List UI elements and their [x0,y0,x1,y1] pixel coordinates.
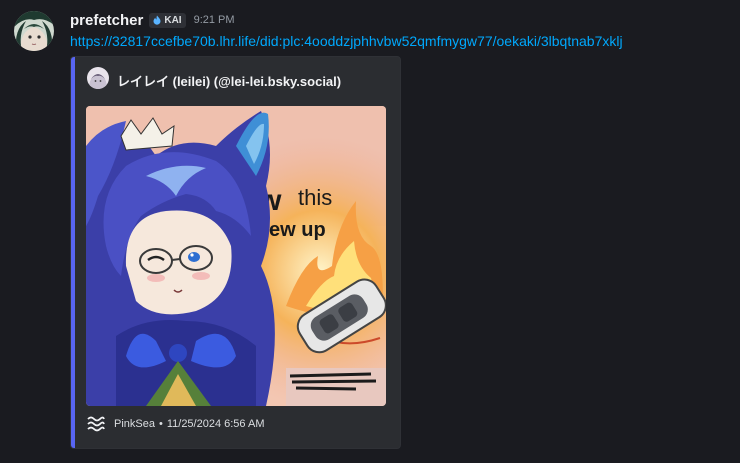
message-header: prefetcher KAI 9:21 PM [70,10,235,30]
user-avatar[interactable] [14,11,54,51]
server-tag-label: KAI [164,14,182,26]
server-tag[interactable]: KAI [149,12,186,28]
embed-author-avatar[interactable] [87,67,109,89]
embed-footer-provider: PinkSea [114,418,155,430]
message-timestamp[interactable]: 9:21 PM [194,14,235,26]
embed-footer-separator: • [158,418,163,430]
embed-footer: PinkSea • 11/25/2024 6:56 AM [87,415,265,433]
waves-icon [87,416,105,432]
username[interactable]: prefetcher [70,12,143,29]
flame-icon [153,15,161,25]
image-text-this: this [298,185,332,210]
message-link[interactable]: https://32817ccefbe70b.lhr.life/did:plc:… [70,33,623,49]
link-embed: レイレイ (leilei) (@lei-lei.bsky.social) thi… [70,56,401,449]
embed-image[interactable]: Wow this Blew up [86,106,386,406]
embed-accent-bar [71,57,75,448]
chat-message: prefetcher KAI 9:21 PM https://32817ccef… [0,0,740,463]
embed-footer-date: 11/25/2024 6:56 AM [166,418,265,430]
embed-author[interactable]: レイレイ (leilei) (@lei-lei.bsky.social) [117,71,341,90]
